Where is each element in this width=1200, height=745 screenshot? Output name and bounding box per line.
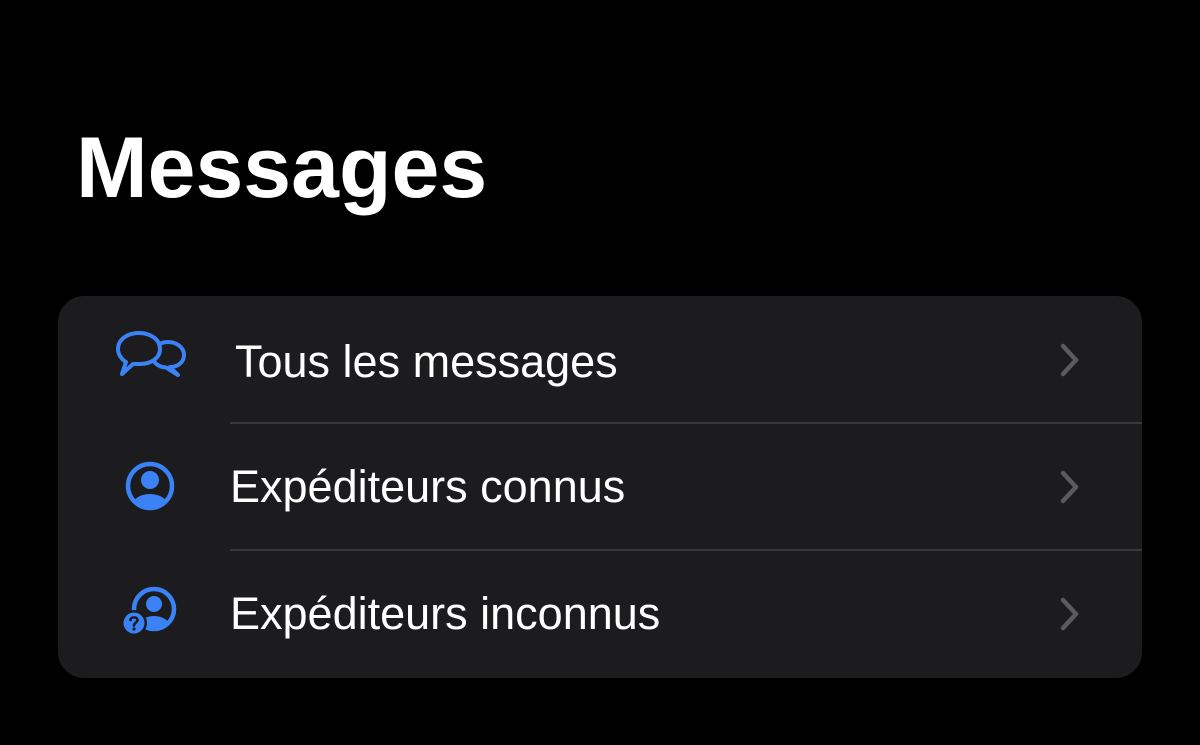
message-filter-list: Tous les messages Expéditeurs connus Exp… [58,296,1142,678]
page-title: Messages [76,120,488,216]
filter-row-known-senders[interactable]: Expéditeurs connus [58,423,1142,550]
chevron-right-icon [1054,595,1084,633]
speech-bubbles-icon [112,329,188,389]
filter-row-unknown-senders[interactable]: Expéditeurs inconnus [58,550,1142,677]
filter-label-all-messages: Tous les messages [235,336,618,387]
filter-row-all-messages[interactable]: Tous les messages [58,296,1142,423]
filter-label-unknown-senders: Expéditeurs inconnus [230,588,661,639]
filter-label-known-senders: Expéditeurs connus [230,461,626,512]
chevron-right-icon [1054,468,1084,506]
person-circle-icon [112,456,188,516]
person-question-icon [112,583,188,643]
chevron-right-icon [1054,341,1084,379]
